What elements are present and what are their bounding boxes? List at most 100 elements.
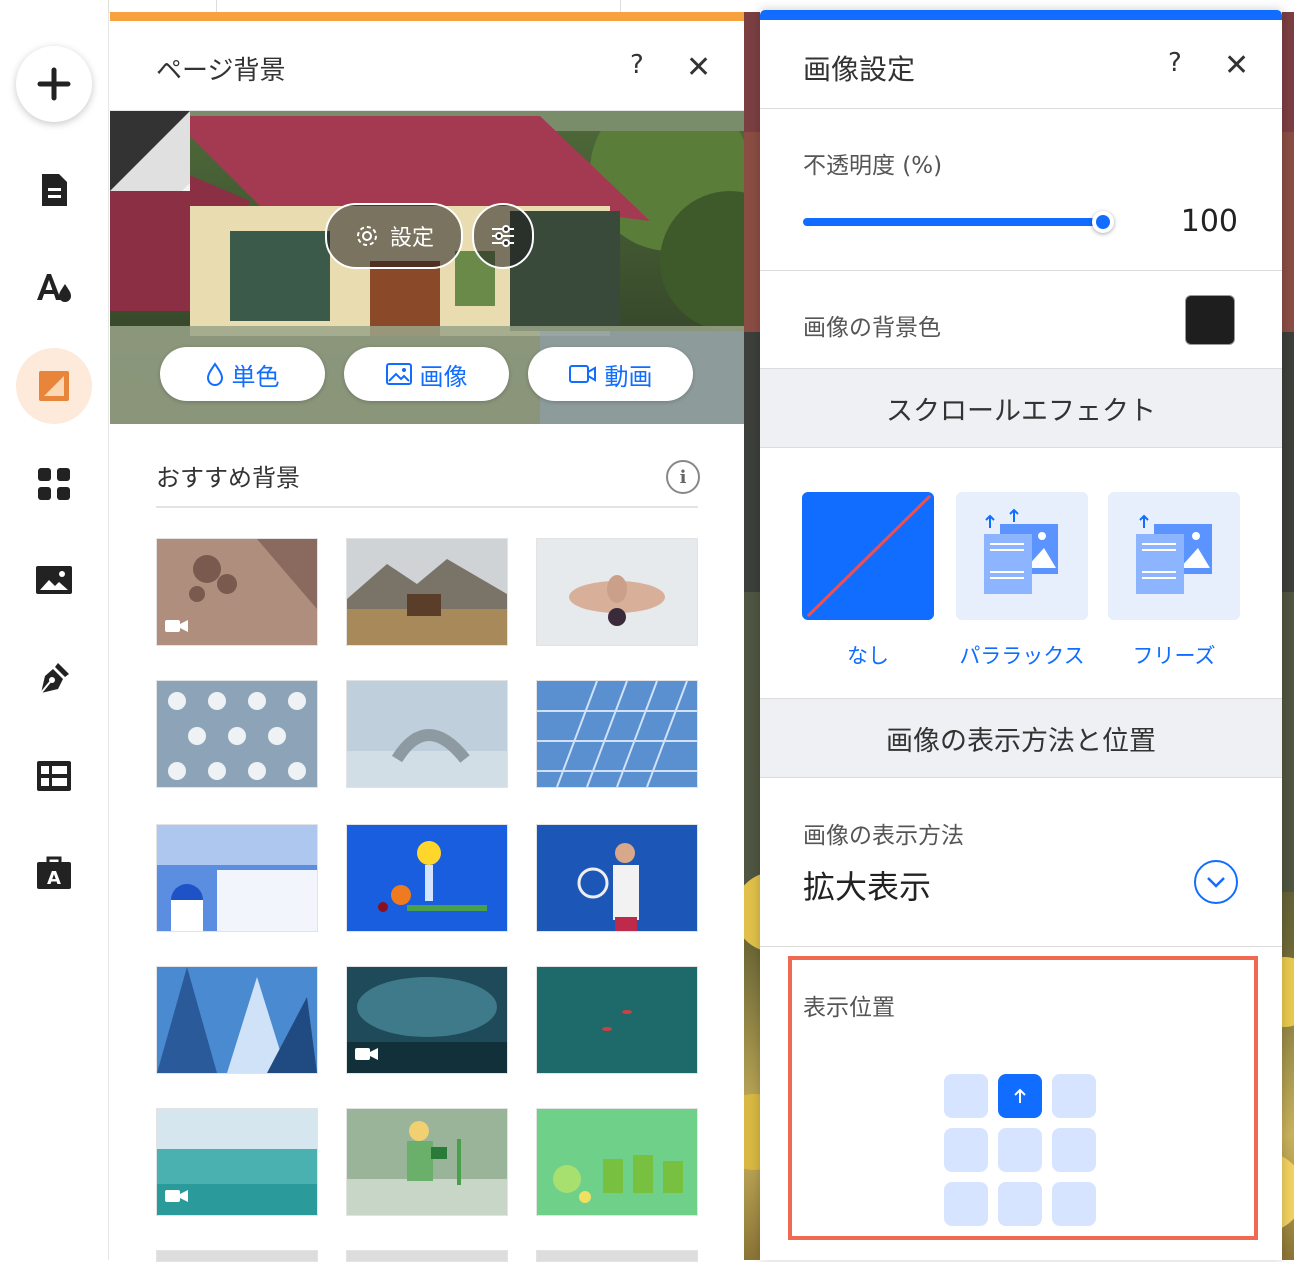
- thumbnail-image: [347, 681, 507, 787]
- blog-button[interactable]: [16, 640, 92, 716]
- sliders-icon: [492, 225, 514, 247]
- effect-freeze-option[interactable]: [1108, 492, 1240, 620]
- thumbnail-image: [157, 825, 317, 931]
- divider: [760, 108, 1282, 109]
- display-method-dropdown-toggle[interactable]: [1194, 860, 1238, 904]
- image-bg-color-swatch[interactable]: [1185, 295, 1235, 345]
- color-bg-button[interactable]: 単色: [160, 347, 325, 401]
- video-bg-label: 動画: [604, 362, 653, 391]
- page-background-button[interactable]: [16, 348, 92, 424]
- background-thumbnail-partial[interactable]: [536, 1250, 698, 1262]
- thumbnail-image: [537, 967, 697, 1073]
- effect-none-label[interactable]: なし: [788, 640, 948, 670]
- site-design-button[interactable]: [16, 250, 92, 326]
- effect-parallax-label[interactable]: パララックス: [942, 640, 1102, 670]
- cms-button[interactable]: [16, 738, 92, 814]
- divider: [760, 946, 1282, 947]
- effect-parallax-option[interactable]: [956, 492, 1088, 620]
- video-icon: [568, 365, 596, 383]
- portfolio-button[interactable]: A: [16, 834, 92, 910]
- background-thumbnail-sea-horizon[interactable]: [156, 1108, 318, 1216]
- background-thumbnail-partial[interactable]: [156, 1250, 318, 1262]
- thumbnail-image: [347, 1109, 507, 1215]
- background-thumbnail-ocean-aerial[interactable]: [536, 966, 698, 1074]
- table-icon: [37, 761, 71, 791]
- video-badge-icon: [165, 620, 188, 632]
- opacity-slider-handle[interactable]: [1092, 211, 1114, 233]
- svg-text:A: A: [47, 868, 61, 889]
- settings-label: 設定: [389, 226, 434, 251]
- apps-icon: [38, 468, 70, 500]
- background-thumbnail-backbend-figure[interactable]: [346, 680, 508, 788]
- background-thumbnail-yoga-figure[interactable]: [536, 538, 698, 646]
- panel-accent-bar: [760, 10, 1282, 20]
- media-icon: [36, 566, 72, 594]
- background-thumbnail-storm-clouds[interactable]: [346, 966, 508, 1074]
- background-thumbnail-lemon-still-life[interactable]: [346, 824, 508, 932]
- background-thumbnail-shadow-plant[interactable]: [156, 538, 318, 646]
- pages-button[interactable]: [16, 152, 92, 228]
- panel-title: 画像設定: [803, 53, 916, 86]
- video-badge-icon: [165, 1190, 188, 1202]
- add-icon: [37, 67, 71, 101]
- left-toolbar: A: [0, 12, 109, 1260]
- background-icon: [39, 371, 69, 401]
- thumbnail-image: [537, 1109, 697, 1215]
- settings-button[interactable]: 設定: [325, 203, 463, 269]
- portfolio-icon: A: [37, 856, 71, 889]
- effect-freeze-label[interactable]: フリーズ: [1094, 640, 1254, 670]
- divider: [156, 506, 698, 508]
- background-thumbnail-milk-glasses[interactable]: [156, 680, 318, 788]
- color-bg-label: 単色: [231, 362, 280, 391]
- background-thumbnail-glass-building[interactable]: [536, 680, 698, 788]
- close-button[interactable]: ✕: [1224, 48, 1249, 83]
- help-button[interactable]: ?: [630, 50, 644, 80]
- video-bg-button[interactable]: 動画: [528, 347, 693, 401]
- pen-icon: [40, 663, 69, 694]
- drop-icon: [206, 362, 223, 386]
- annotation-highlight-box: [788, 956, 1258, 1240]
- add-elements-button[interactable]: [16, 46, 92, 122]
- media-button[interactable]: [16, 542, 92, 618]
- background-preview: 設定 単色 画像 動画: [110, 111, 744, 424]
- divider: [760, 270, 1282, 271]
- thumbnail-image: [537, 825, 697, 931]
- adjust-button[interactable]: [472, 203, 534, 269]
- background-thumbnail-reading-woman[interactable]: [346, 1108, 508, 1216]
- recommended-title: おすすめ背景: [156, 464, 300, 492]
- video-badge: [355, 1046, 379, 1065]
- thumbnail-image: [537, 681, 697, 787]
- chevron-down-icon: [1207, 877, 1225, 888]
- background-thumbnail-partial[interactable]: [346, 1250, 508, 1262]
- background-thumbnail-mountain-cabin[interactable]: [346, 538, 508, 646]
- scroll-effect-header: スクロールエフェクト: [760, 368, 1282, 448]
- thumbnail-image: [157, 967, 317, 1073]
- freeze-icon: [1136, 514, 1212, 594]
- image-bg-button[interactable]: 画像: [344, 347, 509, 401]
- none-slash-icon: [806, 494, 932, 618]
- display-method-label: 画像の表示方法: [803, 823, 964, 849]
- effect-none-option[interactable]: [802, 492, 934, 620]
- display-method-dropdown[interactable]: 拡大表示: [803, 862, 931, 908]
- info-icon[interactable]: i: [666, 460, 700, 494]
- panel-title: ページ背景: [156, 56, 286, 86]
- opacity-value[interactable]: 100: [1160, 204, 1238, 239]
- background-thumbnail-santorini[interactable]: [156, 824, 318, 932]
- image-bg-color-label: 画像の背景色: [803, 315, 941, 341]
- close-button[interactable]: ✕: [686, 50, 711, 85]
- thumbnail-image: [347, 539, 507, 645]
- parallax-icon: [984, 508, 1058, 594]
- help-button[interactable]: ?: [1168, 48, 1182, 78]
- video-badge-icon: [355, 1048, 378, 1060]
- background-thumbnail-green-juice[interactable]: [536, 1108, 698, 1216]
- video-badge: [165, 1188, 189, 1207]
- add-apps-button[interactable]: [16, 446, 92, 522]
- opacity-slider[interactable]: [803, 218, 1103, 226]
- design-icon: [37, 274, 71, 302]
- thumbnail-image: [347, 825, 507, 931]
- background-thumbnail-tennis-player[interactable]: [536, 824, 698, 932]
- video-badge: [165, 618, 189, 637]
- background-thumbnail-skyscrapers[interactable]: [156, 966, 318, 1074]
- page-background-panel: ページ背景 ? ✕ 設定 単色 画像 動画 おすすめ背景 i: [110, 12, 744, 1262]
- thumbnail-image: [157, 681, 317, 787]
